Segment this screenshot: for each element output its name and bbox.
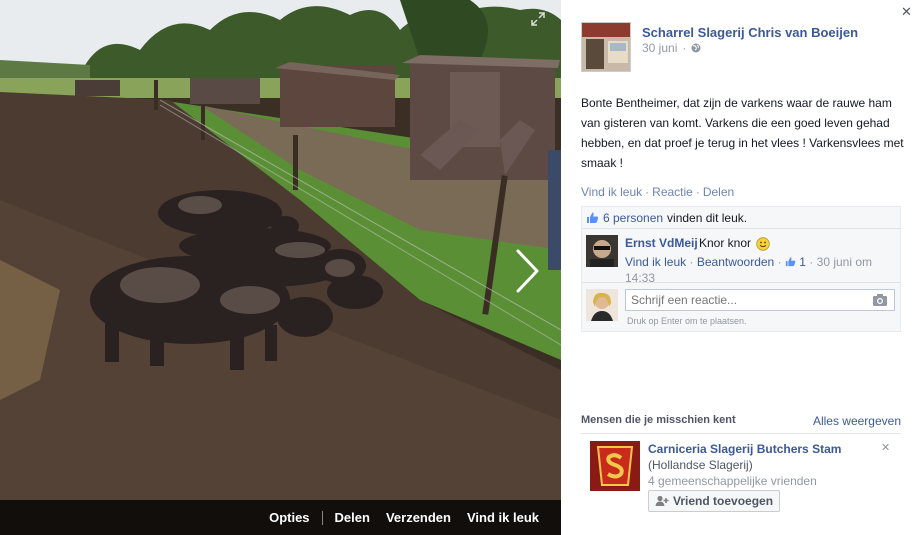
like-post-link[interactable]: Vind ik leuk: [581, 185, 642, 199]
likers-link[interactable]: 6 personen: [603, 211, 663, 225]
pymk-header: Mensen die je misschien kent Alles weerg…: [581, 414, 901, 428]
page-name-link[interactable]: Scharrel Slagerij Chris van Boeijen: [642, 25, 858, 40]
see-all-link[interactable]: Alles weergeven: [813, 414, 901, 428]
comment-meta: Vind ik leuk · Beantwoorden · 1 · 30 jun…: [625, 255, 873, 285]
thumbs-up-icon: [587, 212, 599, 223]
globe-icon[interactable]: [691, 43, 701, 53]
post-date-text[interactable]: 30 juni: [642, 41, 677, 55]
suggestion-avatar[interactable]: [590, 441, 640, 491]
share-link[interactable]: Delen: [703, 185, 734, 199]
viewer-avatar: [586, 289, 618, 321]
comment-text: Knor knor: [699, 236, 752, 250]
suggestion-name[interactable]: Carniceria Slagerij Butchers Stam: [648, 442, 841, 456]
suggestion-info: Carniceria Slagerij Butchers Stam (Holla…: [648, 441, 883, 473]
add-friend-button[interactable]: Vriend toevoegen: [648, 490, 781, 512]
page-avatar[interactable]: [581, 22, 631, 72]
divider: [581, 433, 901, 434]
like-comment-link[interactable]: Vind ik leuk: [625, 255, 686, 269]
commenter-avatar[interactable]: [586, 235, 618, 267]
add-friend-label: Vriend toevoegen: [673, 494, 774, 508]
options-button[interactable]: Opties: [261, 510, 317, 525]
smile-emoji-icon: [756, 237, 770, 251]
close-icon[interactable]: ✕: [901, 4, 912, 20]
post-date: 30 juni ·: [642, 41, 701, 55]
reply-link[interactable]: Beantwoorden: [697, 255, 774, 269]
comment-item: Ernst VdMeij Knor knor Vind ik leuk · Be…: [582, 229, 900, 285]
mutual-friends[interactable]: 4 gemeenschappelijke vrienden: [648, 474, 817, 488]
comment-like-icon: [785, 257, 796, 267]
composer-hint: Druk op Enter om te plaatsen.: [627, 316, 747, 326]
comment-composer: Druk op Enter om te plaatsen.: [582, 283, 900, 331]
camera-icon[interactable]: [872, 293, 888, 307]
expand-icon[interactable]: [531, 12, 545, 26]
photo-viewer[interactable]: Opties Delen Verzenden Vind ik leuk: [0, 0, 561, 535]
photo-action-bar: Opties Delen Verzenden Vind ik leuk: [0, 500, 561, 535]
separator: [321, 510, 323, 525]
like-photo-button[interactable]: Vind ik leuk: [459, 510, 547, 525]
share-button[interactable]: Delen: [327, 510, 378, 525]
suggestion-category: (Hollandse Slagerij): [648, 458, 753, 472]
post-actions: Vind ik leuk · Reactie · Delen: [581, 185, 735, 199]
pigs-photo: [0, 0, 561, 535]
comment-input[interactable]: [625, 289, 895, 311]
comment-link[interactable]: Reactie: [652, 185, 693, 199]
pymk-title: Mensen die je misschien kent: [581, 414, 736, 426]
comment-like-count[interactable]: 1: [799, 255, 806, 269]
post-text: Bonte Bentheimer, dat zijn de varkens wa…: [581, 96, 904, 170]
comments-box: 6 personen vinden dit leuk. Ernst VdMeij…: [581, 206, 901, 332]
comment-author[interactable]: Ernst VdMeij: [625, 236, 698, 250]
post-sidebar: ✕ Scharrel Slagerij Chris van Boeijen 30…: [561, 0, 917, 535]
likes-suffix: vinden dit leuk.: [667, 210, 748, 225]
add-friend-icon: [655, 495, 669, 506]
send-button[interactable]: Verzenden: [378, 510, 459, 525]
likes-summary: 6 personen vinden dit leuk.: [582, 207, 900, 229]
dismiss-suggestion-icon[interactable]: ✕: [881, 441, 890, 454]
chevron-right-icon[interactable]: [512, 248, 542, 294]
